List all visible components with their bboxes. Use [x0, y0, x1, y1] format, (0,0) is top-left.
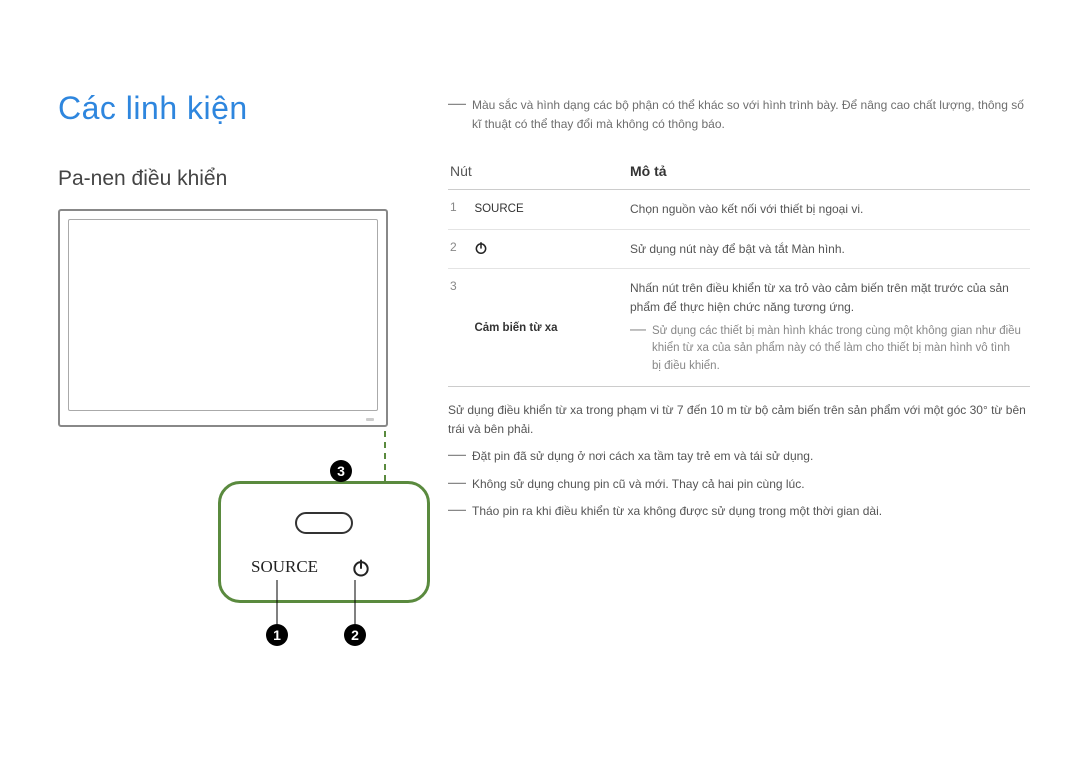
dash-icon: ― [630, 322, 646, 376]
row-desc-main: Nhấn nút trên điều khiển từ xa trỏ vào c… [630, 279, 1022, 316]
row-label-source: SOURCE [472, 190, 628, 230]
dash-icon: ― [448, 94, 466, 133]
dash-icon: ― [448, 500, 466, 521]
battery-note-3-text: Tháo pin ra khi điều khiển từ xa không đ… [472, 502, 882, 521]
dash-icon: ― [448, 473, 466, 494]
page-title: Các linh kiện [58, 90, 408, 127]
row-number: 2 [448, 229, 472, 269]
table-header-button: Nút [448, 157, 628, 190]
remote-range-note: Sử dụng điều khiển từ xa trong phạm vi t… [448, 401, 1030, 439]
source-button-label: SOURCE [251, 557, 318, 577]
control-panel-outline: SOURCE [218, 481, 430, 603]
control-panel-diagram: SOURCE 3 1 2 [58, 209, 408, 649]
dashed-connector [384, 431, 386, 481]
ir-sensor-icon [295, 512, 353, 534]
subtitle-control-panel: Pa-nen điều khiển [58, 167, 408, 191]
below-table-notes: Sử dụng điều khiển từ xa trong phạm vi t… [448, 401, 1030, 521]
table-row: 2 Sử dụng nút này để bật và tắt Màn hình… [448, 229, 1030, 269]
table-row: 1 SOURCE Chọn nguồn vào kết nối với thiế… [448, 190, 1030, 230]
power-icon [351, 558, 371, 578]
battery-note-1: ― Đặt pin đã sử dụng ở nơi cách xa tầm ta… [448, 447, 1030, 466]
intro-note: ― Màu sắc và hình dạng các bộ phận có th… [448, 96, 1030, 133]
battery-note-1-text: Đặt pin đã sử dụng ở nơi cách xa tầm tay… [472, 447, 813, 466]
monitor-outline [58, 209, 388, 427]
buttons-table: Nút Mô tả 1 SOURCE Chọn nguồn vào kết nố… [448, 157, 1030, 387]
callout-2: 2 [344, 624, 366, 646]
row-desc: Chọn nguồn vào kết nối với thiết bị ngoạ… [628, 190, 1030, 230]
monitor-indicator [366, 418, 374, 421]
table-row: 3 Cảm biến từ xa Nhấn nút trên điều khiể… [448, 269, 1030, 387]
callout-1: 1 [266, 624, 288, 646]
battery-note-2-text: Không sử dụng chung pin cũ và mới. Thay … [472, 475, 805, 494]
row-desc-note: ― Sử dụng các thiết bị màn hình khác tro… [630, 323, 1022, 376]
row-number: 3 [448, 269, 472, 387]
row-desc: Sử dụng nút này để bật và tắt Màn hình. [628, 229, 1030, 269]
battery-note-2: ― Không sử dụng chung pin cũ và mới. Thay… [448, 475, 1030, 494]
row-desc: Nhấn nút trên điều khiển từ xa trỏ vào c… [628, 269, 1030, 387]
monitor-screen [68, 219, 378, 411]
battery-note-3: ― Tháo pin ra khi điều khiển từ xa không … [448, 502, 1030, 521]
callout-3: 3 [330, 460, 352, 482]
table-header-description: Mô tả [628, 157, 1030, 190]
row-desc-note-text: Sử dụng các thiết bị màn hình khác trong… [652, 323, 1022, 376]
row-number: 1 [448, 190, 472, 230]
intro-note-text: Màu sắc và hình dạng các bộ phận có thể … [472, 96, 1030, 133]
power-icon [474, 241, 488, 255]
row-label-remote-sensor: Cảm biến từ xa [472, 269, 628, 387]
row-label-power [472, 229, 628, 269]
dash-icon: ― [448, 445, 466, 466]
